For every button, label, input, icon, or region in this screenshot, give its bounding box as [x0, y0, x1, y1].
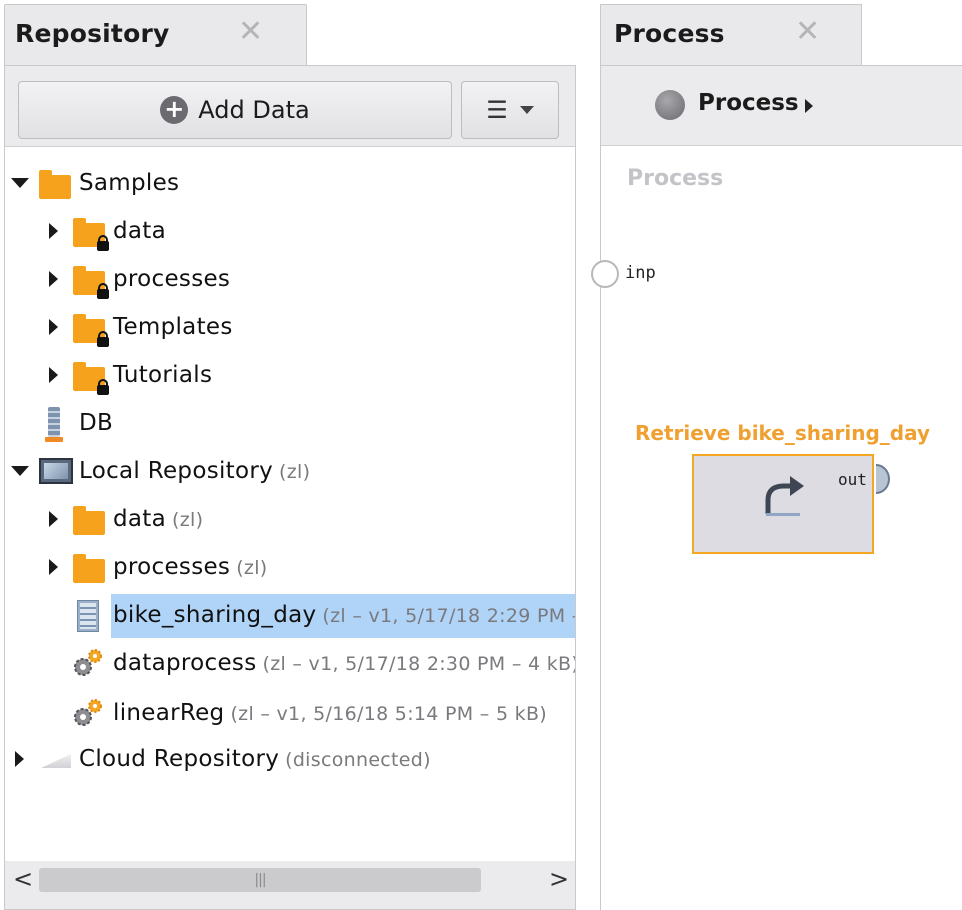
- tree-item-local-data[interactable]: data (zl): [5, 498, 575, 542]
- tree-item-text: Local Repository (zl): [79, 458, 310, 484]
- tree-item-label: processes: [113, 266, 231, 292]
- process-gear-icon: [74, 649, 102, 676]
- folder-icon: [73, 554, 105, 583]
- lock-icon: [97, 283, 109, 299]
- locked-folder-icon: [73, 266, 109, 299]
- tree-item-local-repository[interactable]: Local Repository (zl): [5, 450, 575, 494]
- tree-item-meta: (zl): [172, 509, 204, 531]
- canvas-title: Process: [627, 166, 724, 191]
- input-port-label: inp: [625, 263, 656, 283]
- chevron-right-icon[interactable]: [805, 99, 813, 113]
- tree-item-linearreg[interactable]: linearReg (zl – v1, 5/16/18 5:14 PM – 5 k…: [5, 692, 575, 736]
- expand-right-icon[interactable]: [15, 751, 24, 767]
- tree-item-label: Tutorials: [113, 362, 213, 388]
- tree-item-samples-data[interactable]: data: [5, 210, 575, 254]
- expand-right-icon[interactable]: [49, 319, 58, 335]
- tree-item-samples-processes[interactable]: processes: [5, 258, 575, 302]
- tree-item-text: Cloud Repository (disconnected): [79, 746, 431, 772]
- tree-item-meta: (disconnected): [285, 749, 431, 771]
- process-gear-icon: [74, 699, 102, 726]
- tree-item-label: data: [113, 506, 167, 532]
- repository-close-icon[interactable]: ✕: [238, 17, 263, 47]
- expand-right-icon[interactable]: [49, 271, 58, 287]
- scrollbar-thumb[interactable]: |||: [39, 868, 481, 892]
- grip-icon: |||: [254, 872, 266, 888]
- scroll-right-icon[interactable]: >: [549, 865, 569, 893]
- expand-down-icon[interactable]: [11, 466, 29, 476]
- database-icon: [45, 407, 63, 442]
- locked-folder-icon: [73, 314, 109, 347]
- tree-item-label: DB: [79, 410, 114, 436]
- tree-item-samples[interactable]: Samples: [5, 162, 575, 206]
- dataset-icon: [77, 600, 99, 632]
- scroll-left-icon[interactable]: <: [13, 865, 33, 893]
- tree-item-label: dataprocess: [113, 650, 257, 676]
- plus-icon: +: [160, 96, 189, 124]
- cloud-icon: [41, 754, 71, 768]
- retrieve-operator[interactable]: out: [692, 454, 890, 554]
- tree-item-meta: (zl – v1, 5/17/18 2:29 PM –: [322, 605, 576, 627]
- expand-down-icon[interactable]: [11, 178, 29, 188]
- tree-item-text: dataprocess (zl – v1, 5/17/18 2:30 PM – 4…: [113, 650, 576, 676]
- lock-icon: [97, 379, 109, 395]
- retrieve-arrow-icon: [765, 476, 804, 516]
- tree-item-cloud-repository[interactable]: Cloud Repository (disconnected): [5, 738, 575, 782]
- process-close-icon[interactable]: ✕: [795, 17, 820, 47]
- expand-right-icon[interactable]: [49, 367, 58, 383]
- menu-icon: ☰: [486, 96, 508, 124]
- tree-item-tutorials[interactable]: Tutorials: [5, 354, 575, 398]
- locked-folder-icon: [73, 362, 109, 395]
- breadcrumb-process[interactable]: Process: [698, 90, 799, 116]
- breadcrumb: Process: [601, 66, 962, 146]
- monitor-icon: [39, 458, 73, 484]
- tree-item-label: Local Repository: [79, 458, 274, 484]
- add-data-label: Add Data: [198, 96, 310, 124]
- horizontal-scrollbar[interactable]: < ||| >: [5, 863, 575, 897]
- tree-item-text: bike_sharing_day (zl – v1, 5/17/18 2:29 P…: [113, 602, 576, 628]
- tree-item-templates[interactable]: Templates: [5, 306, 575, 350]
- process-globe-icon: [655, 90, 685, 120]
- tree-item-meta: (zl – v1, 5/17/18 2:30 PM – 4 kB): [262, 653, 576, 675]
- process-panel: Process Process inp Retrieve bike_sharin…: [591, 65, 962, 910]
- tree-item-text: data (zl): [113, 506, 203, 532]
- input-port[interactable]: [591, 260, 619, 288]
- tree-item-meta: (zl – v1, 5/16/18 5:14 PM – 5 kB): [230, 703, 548, 725]
- tree-item-dataprocess[interactable]: dataprocess (zl – v1, 5/17/18 2:30 PM – 4…: [5, 642, 575, 686]
- chevron-down-icon: [519, 106, 534, 114]
- tree-item-meta: (zl): [236, 557, 268, 579]
- tree-item-label: Templates: [113, 314, 233, 340]
- tree-item-text: linearReg (zl – v1, 5/16/18 5:14 PM – 5 k…: [113, 700, 547, 726]
- process-tab-title: Process: [614, 19, 725, 48]
- tree-item-label: linearReg: [113, 700, 225, 726]
- repository-tab[interactable]: Repository ✕: [4, 4, 307, 66]
- tree-item-label: Samples: [79, 170, 180, 196]
- tree-item-label: processes: [113, 554, 231, 580]
- operator-title[interactable]: Retrieve bike_sharing_day: [635, 421, 930, 445]
- output-port-label: out: [838, 470, 867, 489]
- expand-right-icon[interactable]: [49, 559, 58, 575]
- tree-item-text: processes (zl): [113, 554, 268, 580]
- repository-tab-title: Repository: [15, 19, 170, 48]
- locked-folder-icon: [73, 218, 109, 251]
- repository-menu-button[interactable]: ☰: [461, 81, 559, 139]
- tree-item-db[interactable]: DB: [5, 402, 575, 446]
- expand-right-icon[interactable]: [49, 511, 58, 527]
- lock-icon: [97, 235, 109, 251]
- folder-icon: [73, 506, 105, 535]
- add-data-button[interactable]: + Add Data: [18, 81, 452, 139]
- tree-item-label: data: [113, 218, 167, 244]
- tree-item-local-processes[interactable]: processes (zl): [5, 546, 575, 590]
- tree-item-label: Cloud Repository: [79, 746, 280, 772]
- expand-right-icon[interactable]: [49, 223, 58, 239]
- repository-panel: + Add Data ☰ Samples data processes Temp…: [4, 65, 576, 910]
- repository-tree: Samples data processes Templates Tutoria…: [5, 146, 575, 861]
- tree-item-bike-sharing-day[interactable]: bike_sharing_day (zl – v1, 5/17/18 2:29 P…: [5, 594, 575, 638]
- tree-item-meta: (zl): [279, 461, 311, 483]
- process-tab[interactable]: Process ✕: [600, 4, 862, 66]
- folder-icon: [39, 170, 71, 199]
- tree-item-label: bike_sharing_day: [113, 602, 317, 628]
- lock-icon: [97, 331, 109, 347]
